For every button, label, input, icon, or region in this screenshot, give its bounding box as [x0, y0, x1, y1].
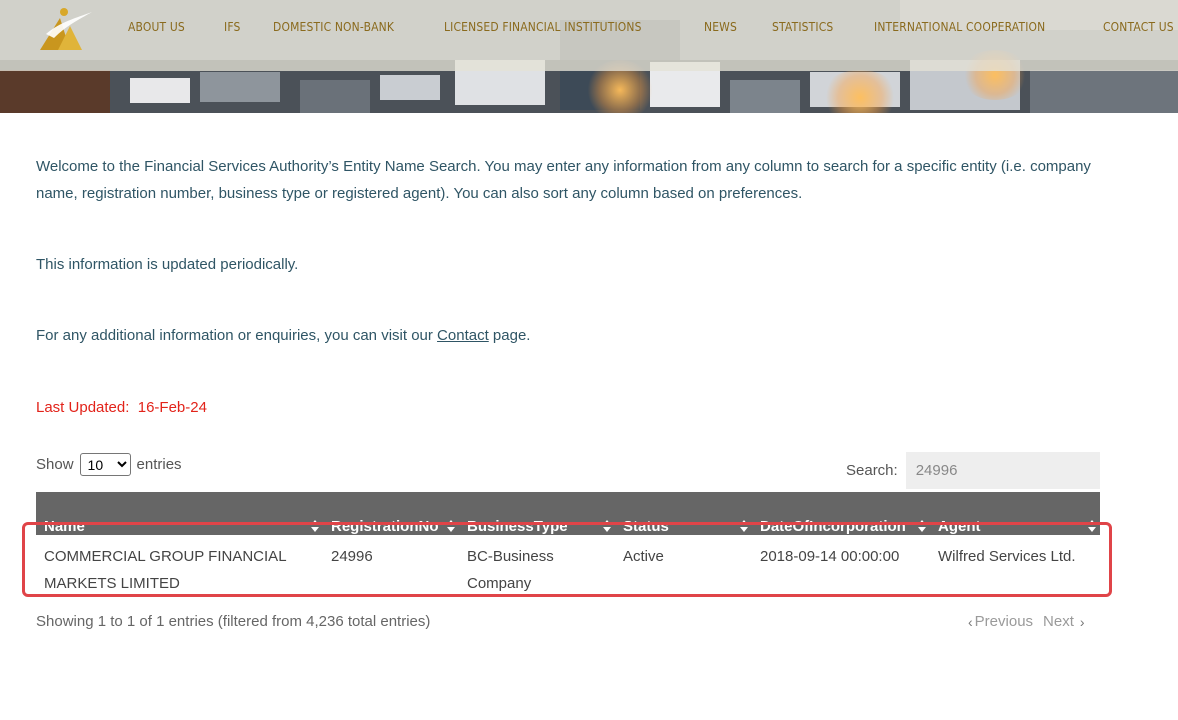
- nav-item-news[interactable]: NEWS: [704, 19, 737, 34]
- cell-business-type: BC-Business Company: [467, 548, 554, 592]
- sort-icon: [918, 520, 926, 532]
- show-label: Show: [36, 456, 74, 473]
- cell-name: COMMERCIAL GROUP FINANCIAL MARKETS LIMIT…: [44, 548, 286, 592]
- previous-label: Previous: [974, 613, 1034, 630]
- nav-item-statistics[interactable]: STATISTICS: [772, 19, 833, 34]
- table-row: COMMERCIAL GROUP FINANCIAL MARKETS LIMIT…: [36, 535, 1100, 595]
- nav-item-licensed-financial-institutions[interactable]: LICENSED FINANCIAL INSTITUTIONS: [444, 19, 642, 34]
- column-header-label: Agent: [938, 518, 981, 535]
- column-header-label: BusinessType: [467, 518, 568, 535]
- column-header-date-of-incorporation[interactable]: DateOfIncorporation: [752, 492, 930, 535]
- nav-item-domestic-non-bank[interactable]: DOMESTIC NON-BANK: [273, 19, 394, 34]
- page-size-select[interactable]: 10: [79, 453, 131, 476]
- show-entries-control: Show 10 entries: [36, 453, 182, 476]
- search-control: Search:: [846, 452, 1100, 489]
- entries-label: entries: [136, 456, 182, 473]
- chevron-left-icon: ‹: [968, 614, 973, 630]
- column-header-status[interactable]: Status: [615, 492, 752, 535]
- cell-agent: Wilfred Services Ltd.: [938, 548, 1076, 565]
- table-header: Name RegistrationNo BusinessType Status …: [36, 492, 1100, 535]
- nav-item-contact-us[interactable]: CONTACT US: [1103, 19, 1174, 34]
- previous-button[interactable]: ‹ Previous: [968, 610, 1033, 634]
- chevron-right-icon: ›: [1079, 614, 1085, 630]
- nav-item-international-cooperation[interactable]: INTERNATIONAL COOPERATION: [874, 19, 1045, 34]
- column-header-label: DateOfIncorporation: [760, 518, 906, 535]
- column-header-agent[interactable]: Agent: [930, 492, 1100, 535]
- header-banner: ABOUT US IFS DOMESTIC NON-BANK LICENSED …: [0, 0, 1178, 113]
- cell-registration-no: 24996: [331, 548, 373, 565]
- column-header-label: RegistrationNo: [331, 518, 439, 535]
- search-input[interactable]: [905, 452, 1100, 489]
- update-note: This information is updated periodically…: [36, 256, 299, 273]
- contact-paragraph: For any additional information or enquir…: [36, 322, 530, 349]
- top-navbar: ABOUT US IFS DOMESTIC NON-BANK LICENSED …: [0, 0, 1178, 71]
- contact-link[interactable]: Contact: [437, 327, 489, 344]
- column-header-registration-no[interactable]: RegistrationNo: [323, 492, 459, 535]
- column-header-business-type[interactable]: BusinessType: [459, 492, 615, 535]
- next-label: Next: [1043, 613, 1074, 630]
- contact-suffix-text: page.: [492, 327, 531, 344]
- nav-item-ifs[interactable]: IFS: [224, 19, 241, 34]
- cell-date-of-incorporation: 2018-09-14 00:00:00: [760, 548, 900, 565]
- sort-icon: [1088, 520, 1096, 532]
- pagination: ‹ Previous Next ›: [968, 610, 1085, 634]
- main-nav: ABOUT US IFS DOMESTIC NON-BANK LICENSED …: [128, 19, 1178, 34]
- entity-table: Name RegistrationNo BusinessType Status …: [36, 492, 1100, 595]
- cell-status: Active: [623, 548, 664, 565]
- sort-icon: [447, 520, 455, 532]
- nav-item-about-us[interactable]: ABOUT US: [128, 19, 185, 34]
- last-updated: Last Updated: 16-Feb-24: [36, 394, 207, 421]
- last-updated-label: Last Updated:: [36, 399, 130, 416]
- fsa-logo-icon[interactable]: [36, 4, 94, 52]
- next-button[interactable]: Next ›: [1043, 610, 1085, 634]
- sort-icon: [603, 520, 611, 532]
- column-header-label: Status: [623, 518, 669, 535]
- contact-prefix-text: For any additional information or enquir…: [36, 327, 433, 344]
- column-header-name[interactable]: Name: [36, 492, 323, 535]
- column-header-label: Name: [44, 518, 85, 535]
- intro-paragraph: Welcome to the Financial Services Author…: [36, 158, 1091, 202]
- search-label: Search:: [846, 462, 898, 479]
- last-updated-value: 16-Feb-24: [137, 399, 207, 416]
- sort-icon: [740, 520, 748, 532]
- sort-icon: [311, 520, 319, 532]
- table-info: Showing 1 to 1 of 1 entries (filtered fr…: [36, 613, 431, 630]
